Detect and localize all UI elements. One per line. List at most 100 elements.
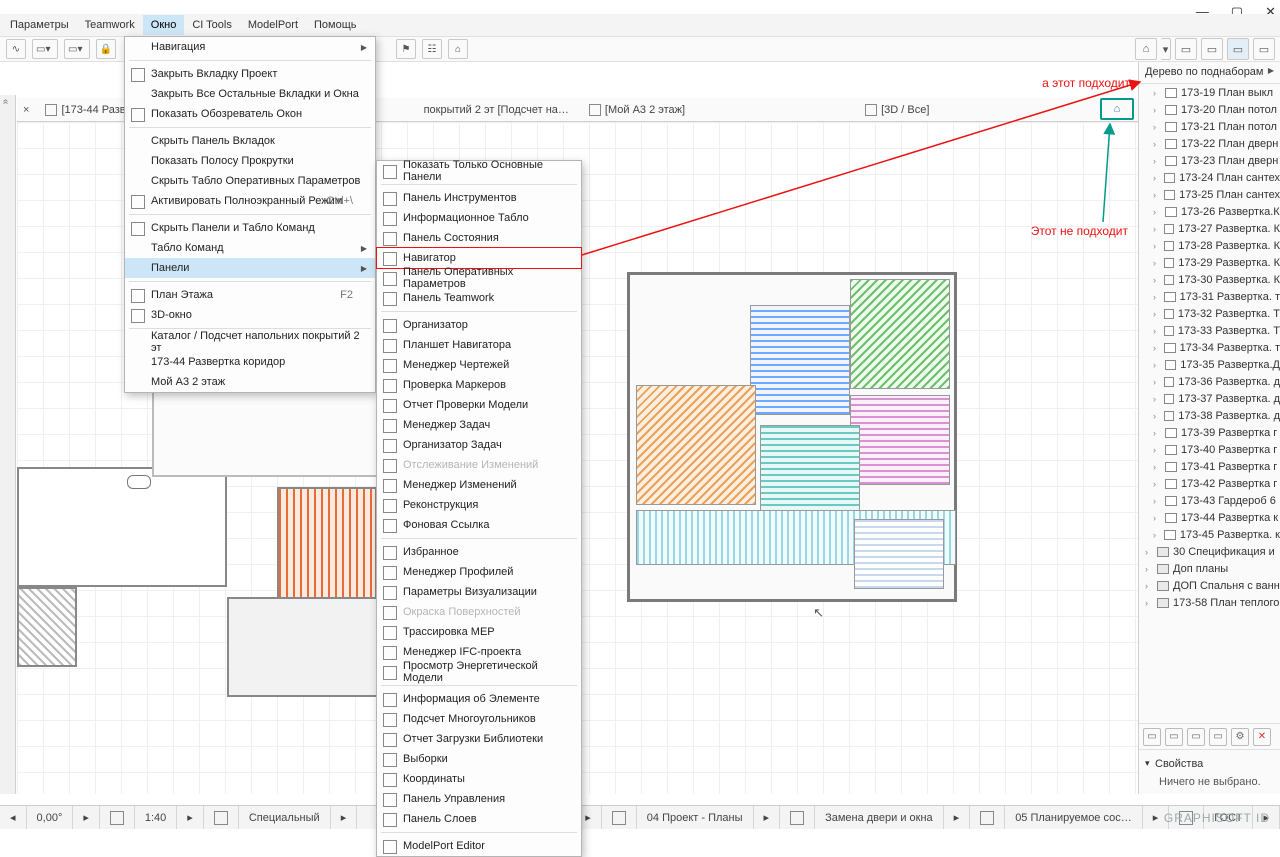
tree-item[interactable]: 173-45 Развертка. к (1139, 526, 1280, 543)
menu-parameters[interactable]: Параметры (2, 15, 77, 35)
tree-item[interactable]: 173-33 Развертка. Т (1139, 322, 1280, 339)
tree-folder[interactable]: 30 Спецификация и (1139, 543, 1280, 560)
tab-3[interactable]: [3D / Все] (855, 100, 939, 120)
submenu-row[interactable]: Координаты (377, 769, 581, 789)
submenu-row[interactable]: Панель Управления (377, 789, 581, 809)
submenu-row[interactable]: Информация об Элементе (377, 689, 581, 709)
menu-row[interactable]: Показать Обозреватель Окон (125, 104, 375, 124)
submenu-row[interactable]: Фоновая Ссылка (377, 515, 581, 535)
submenu-row[interactable]: Навигатор (377, 248, 581, 268)
submenu-row[interactable]: Параметры Визуализации (377, 582, 581, 602)
menu-row[interactable]: Скрыть Панель Вкладок (125, 131, 375, 151)
submenu-row[interactable]: Отчет Проверки Модели (377, 395, 581, 415)
tree-item[interactable]: 173-19 План выкл (1139, 84, 1280, 101)
nav-btn-2[interactable]: ▭ (1165, 728, 1183, 746)
tree-item[interactable]: 173-25 План сантех (1139, 186, 1280, 203)
menu-row[interactable]: Активировать Полноэкранный РежимCtrl+\ (125, 191, 375, 211)
submenu-row[interactable]: ModelPort Editor (377, 836, 581, 856)
status-view3[interactable]: 05 Планируемое сос… (1005, 806, 1143, 829)
menu-modelport[interactable]: ModelPort (240, 15, 306, 35)
status-view1-icon[interactable] (602, 806, 637, 829)
navigator-header[interactable]: Дерево по поднаборам (1139, 62, 1280, 84)
tree-item[interactable]: 173-39 Развертка г (1139, 424, 1280, 441)
tree-item[interactable]: 173-30 Развертка. К (1139, 271, 1280, 288)
menu-row[interactable]: Закрыть Вкладку Проект (125, 64, 375, 84)
nav-publisher-icon[interactable]: ▭ (1253, 38, 1275, 60)
menu-row[interactable]: План ЭтажаF2 (125, 285, 375, 305)
status-arrow[interactable]: ▸ (754, 806, 781, 829)
menu-window[interactable]: Окно (143, 15, 185, 35)
tree-item[interactable]: 173-36 Развертка. д (1139, 373, 1280, 390)
tree-item[interactable]: 173-23 План дверн (1139, 152, 1280, 169)
tool-dropdown-2[interactable]: ▭▾ (64, 39, 90, 59)
navigator-tree[interactable]: 173-19 План выкл173-20 План потол173-21 … (1139, 84, 1280, 723)
submenu-row[interactable]: Панель Слоев (377, 809, 581, 829)
submenu-row[interactable]: Панель Teamwork (377, 288, 581, 308)
tree-item[interactable]: 173-26 Развертка.К (1139, 203, 1280, 220)
tree-item[interactable]: 173-20 План потол (1139, 101, 1280, 118)
tree-item[interactable]: 173-27 Развертка. К (1139, 220, 1280, 237)
submenu-row[interactable]: Организатор (377, 315, 581, 335)
submenu-row[interactable]: Менеджер IFC-проекта (377, 642, 581, 662)
tree-item[interactable]: 173-38 Развертка. д (1139, 407, 1280, 424)
nav-btn-3[interactable]: ▭ (1187, 728, 1205, 746)
tree-item[interactable]: 173-34 Развертка. т (1139, 339, 1280, 356)
submenu-row[interactable]: Менеджер Профилей (377, 562, 581, 582)
menu-teamwork[interactable]: Teamwork (77, 15, 143, 35)
submenu-row[interactable]: Панель Оперативных Параметров (377, 268, 581, 288)
tree-icon[interactable]: ☷ (422, 39, 442, 59)
collapsed-tool-palette[interactable]: « (0, 95, 16, 794)
submenu-row[interactable]: Менеджер Задач (377, 415, 581, 435)
tree-item[interactable]: 173-37 Развертка. д (1139, 390, 1280, 407)
nav-btn-1[interactable]: ▭ (1143, 728, 1161, 746)
status-arrow[interactable]: ▸ (944, 806, 971, 829)
nav-viewmap-icon[interactable]: ▭ (1201, 38, 1223, 60)
submenu-row[interactable]: Менеджер Изменений (377, 475, 581, 495)
tree-item[interactable]: 173-40 Развертка г (1139, 441, 1280, 458)
tree-item[interactable]: 173-21 План потол (1139, 118, 1280, 135)
submenu-row[interactable]: Информационное Табло (377, 208, 581, 228)
status-view2[interactable]: Замена двери и окна (815, 806, 944, 829)
tree-folder[interactable]: Доп планы (1139, 560, 1280, 577)
tree-item[interactable]: 173-43 Гардероб 6 (1139, 492, 1280, 509)
submenu-row[interactable]: Организатор Задач (377, 435, 581, 455)
menu-row[interactable]: Скрыть Табло Оперативных Параметров (125, 171, 375, 191)
close-tab-button[interactable]: × (17, 104, 35, 116)
menu-row[interactable]: Показать Полосу Прокрутки (125, 151, 375, 171)
submenu-row[interactable]: Менеджер Чертежей (377, 355, 581, 375)
status-scale[interactable]: 1:40 (135, 806, 177, 829)
flag-icon[interactable]: ⚑ (396, 39, 416, 59)
tree-item[interactable]: 173-22 План дверн (1139, 135, 1280, 152)
menu-row[interactable]: Табло Команд (125, 238, 375, 258)
tree-item[interactable]: 173-29 Развертка. К (1139, 254, 1280, 271)
status-angle[interactable]: 0,00° (27, 806, 74, 829)
submenu-row[interactable]: Показать Только Основные Панели (377, 161, 581, 181)
menu-row[interactable]: Панели (125, 258, 375, 278)
nav-layoutbook-icon[interactable]: ▭ (1227, 38, 1249, 60)
tree-item[interactable]: 173-31 Развертка. т (1139, 288, 1280, 305)
status-zoom-icon[interactable] (204, 806, 239, 829)
nav-btn-4[interactable]: ▭ (1209, 728, 1227, 746)
submenu-row[interactable]: Трассировка MEP (377, 622, 581, 642)
nav-btn-settings[interactable]: ⚙ (1231, 728, 1249, 746)
submenu-row[interactable]: Избранное (377, 542, 581, 562)
tree-folder[interactable]: ДОП Спальня с ванн (1139, 577, 1280, 594)
status-arrow[interactable]: ▸ (177, 806, 204, 829)
menu-row-navigation[interactable]: Навигация (125, 37, 375, 57)
properties-title[interactable]: Свойства (1145, 756, 1274, 776)
tool-dropdown-1[interactable]: ▭▾ (32, 39, 58, 59)
submenu-row[interactable]: Проверка Маркеров (377, 375, 581, 395)
status-layerset[interactable]: Специальный (239, 806, 331, 829)
lock-icon[interactable]: 🔒 (96, 39, 116, 59)
tree-item[interactable]: 173-24 План сантех (1139, 169, 1280, 186)
status-arrow-left[interactable]: ◂ (0, 806, 27, 829)
menu-row[interactable]: 173-44 Развертка коридор (125, 352, 375, 372)
submenu-row[interactable]: Планшет Навигатора (377, 335, 581, 355)
tree-item[interactable]: 173-41 Развертка г (1139, 458, 1280, 475)
status-arrow[interactable]: ▸ (73, 806, 100, 829)
menu-ci-tools[interactable]: CI Tools (184, 15, 240, 35)
nav-home-icon[interactable]: ⌂ (1135, 38, 1157, 60)
nav-home-drop[interactable]: ▾ (1161, 38, 1171, 60)
tree-folder[interactable]: 173-58 План теплого (1139, 594, 1280, 611)
status-view3-icon[interactable] (970, 806, 1005, 829)
